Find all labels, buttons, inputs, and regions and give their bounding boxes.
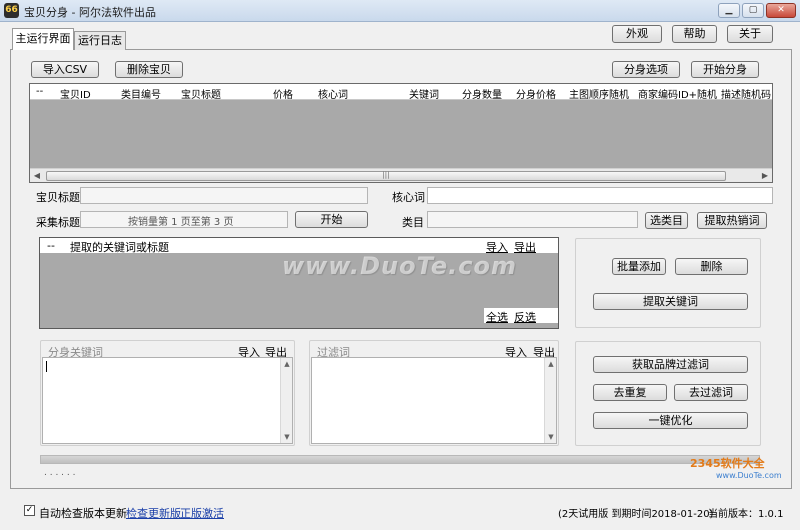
progress-bar <box>40 455 760 464</box>
table-horizontal-scrollbar[interactable]: ◀ ||| ▶ <box>30 168 772 182</box>
column-header[interactable]: -- <box>36 86 43 97</box>
keywords-export-link[interactable]: 导出 <box>514 239 536 255</box>
column-header[interactable]: 核心词 <box>318 86 348 101</box>
batch-add-button[interactable]: 批量添加 <box>612 258 666 275</box>
extract-hot-words-button[interactable]: 提取热销词 <box>697 212 767 229</box>
scroll-left-icon[interactable]: ◀ <box>30 169 44 183</box>
column-header[interactable]: 类目编号 <box>121 86 161 101</box>
auto-check-checkbox[interactable]: ✓ <box>24 505 35 516</box>
table-header: -- 宝贝ID 类目编号 宝贝标题 价格 核心词 关键词 分身数量 分身价格 主… <box>30 84 772 101</box>
scroll-down-icon[interactable]: ▼ <box>545 431 557 443</box>
extracted-keywords-list[interactable]: -- 提取的关键词或标题 导入 导出 全选 反选 <box>39 237 559 329</box>
tab-run-log[interactable]: 运行日志 <box>74 31 126 50</box>
tab-main-run[interactable]: 主运行界面 <box>12 28 74 50</box>
invert-selection-link[interactable]: 反选 <box>514 309 536 325</box>
column-header[interactable]: 关键词 <box>409 86 439 101</box>
delete-keyword-button[interactable]: 删除 <box>675 258 748 275</box>
dedupe-button[interactable]: 去重复 <box>593 384 667 401</box>
auto-check-label: 自动检查版本更新 <box>39 507 127 520</box>
progress-dots: . . . . . . <box>44 468 76 478</box>
app-icon: 66 <box>4 3 19 18</box>
activate-link[interactable]: 正版激活 <box>180 505 224 521</box>
vertical-scrollbar[interactable]: ▲ ▼ <box>280 358 292 443</box>
version-text: 当前版本：1.0.1 <box>708 509 784 520</box>
restore-button[interactable]: ▢ <box>742 3 764 18</box>
column-header[interactable]: 价格 <box>273 86 293 101</box>
import-csv-button[interactable]: 导入CSV <box>31 61 99 78</box>
clone-keywords-textarea[interactable]: ▲ ▼ <box>42 357 293 444</box>
close-window-button[interactable]: ✕ <box>766 3 796 18</box>
keyword-actions-group <box>575 238 761 328</box>
start-clone-button[interactable]: 开始分身 <box>691 61 759 78</box>
core-word-field[interactable] <box>427 187 773 204</box>
window-title: 宝贝分身 - 阿尔法软件出品 <box>24 6 156 19</box>
check-update-link[interactable]: 检查更新版 <box>126 505 181 521</box>
column-header[interactable]: 商家编码ID+随机 <box>638 86 717 101</box>
collect-range-text: 按销量第 1 页至第 3 页 <box>128 217 234 228</box>
scrollbar-thumb[interactable]: ||| <box>46 171 726 181</box>
scroll-right-icon[interactable]: ▶ <box>758 169 772 183</box>
column-header[interactable]: 分身数量 <box>462 86 502 101</box>
keywords-top-actions: 导入 导出 <box>446 238 558 255</box>
clone-options-button[interactable]: 分身选项 <box>612 61 680 78</box>
scroll-up-icon[interactable]: ▲ <box>545 358 557 370</box>
corner-brand-url: www.DuoTe.com <box>716 471 782 480</box>
delete-item-button[interactable]: 删除宝贝 <box>115 61 183 78</box>
core-word-label: 核心词 <box>392 191 425 204</box>
appearance-button[interactable]: 外观 <box>612 25 662 43</box>
scroll-up-icon[interactable]: ▲ <box>281 358 293 370</box>
text-cursor <box>46 361 47 372</box>
about-button[interactable]: 关于 <box>727 25 773 43</box>
scroll-down-icon[interactable]: ▼ <box>281 431 293 443</box>
corner-brand-logo: 2345软件大全 <box>690 457 765 470</box>
minimize-button[interactable]: ▁ <box>718 3 740 18</box>
column-header[interactable]: 分身价格 <box>516 86 556 101</box>
column-header[interactable]: 描述随机码 <box>721 86 771 101</box>
remove-filter-words-button[interactable]: 去过滤词 <box>674 384 748 401</box>
select-category-button[interactable]: 选类目 <box>645 212 688 229</box>
items-table[interactable]: -- 宝贝ID 类目编号 宝贝标题 价格 核心词 关键词 分身数量 分身价格 主… <box>29 83 773 183</box>
get-brand-filter-button[interactable]: 获取品牌过滤词 <box>593 356 748 373</box>
extract-keywords-button[interactable]: 提取关键词 <box>593 293 748 310</box>
help-button[interactable]: 帮助 <box>672 25 717 43</box>
trial-status-text: (2天试用版 到期时间2018-01-20) <box>558 509 714 520</box>
one-click-optimize-button[interactable]: 一键优化 <box>593 412 748 429</box>
category-field[interactable] <box>427 211 638 228</box>
column-header[interactable]: 宝贝ID <box>60 86 91 101</box>
column-header: -- <box>47 239 55 252</box>
category-label: 类目 <box>402 216 424 229</box>
collect-title-label: 采集标题 <box>36 216 80 229</box>
keywords-bottom-actions: 全选 反选 <box>484 308 558 325</box>
filter-words-textarea[interactable]: ▲ ▼ <box>311 357 557 444</box>
title-bar: 66 宝贝分身 - 阿尔法软件出品 ▁ ▢ ✕ <box>0 0 800 22</box>
select-all-link[interactable]: 全选 <box>486 309 508 325</box>
start-collect-button[interactable]: 开始 <box>295 211 368 228</box>
keywords-list-header: -- 提取的关键词或标题 <box>40 238 446 254</box>
column-header: 提取的关键词或标题 <box>70 241 169 254</box>
column-header[interactable]: 主图顺序随机 <box>569 86 629 101</box>
item-title-label: 宝贝标题 <box>36 191 80 204</box>
vertical-scrollbar[interactable]: ▲ ▼ <box>544 358 556 443</box>
item-title-field[interactable] <box>80 187 368 204</box>
column-header[interactable]: 宝贝标题 <box>181 86 221 101</box>
watermark-logo: www.DuoTe.com <box>282 252 517 280</box>
